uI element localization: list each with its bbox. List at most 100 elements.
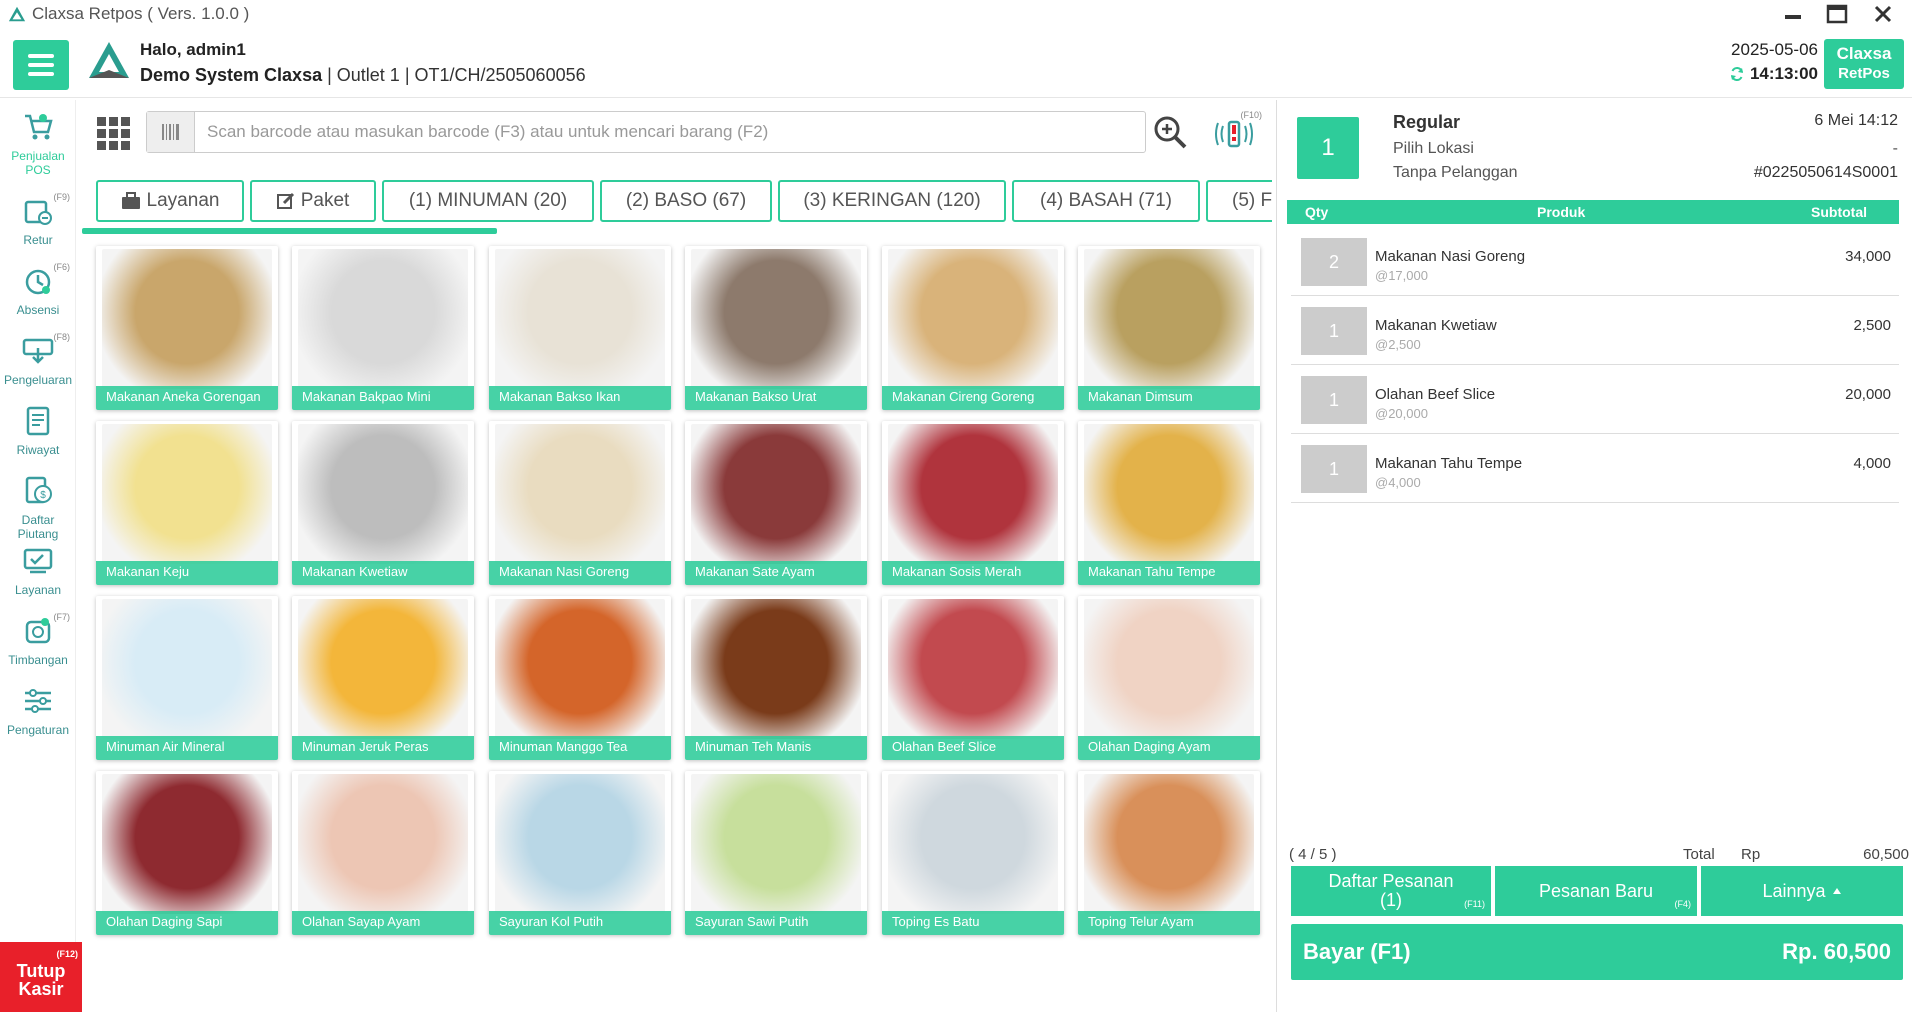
- qty-box[interactable]: 1: [1301, 307, 1367, 355]
- item-unit-price: @20,000: [1375, 406, 1428, 421]
- qty-box[interactable]: 1: [1301, 445, 1367, 493]
- product-image: [691, 599, 861, 739]
- product-name: Makanan Keju: [96, 561, 278, 585]
- barcode-button[interactable]: [147, 112, 195, 152]
- product-card[interactable]: Makanan Nasi Goreng: [489, 421, 671, 585]
- tab-frozen[interactable]: (5) FROZEN: [1206, 180, 1272, 222]
- scrollbar-thumb[interactable]: [82, 228, 497, 234]
- minimize-button[interactable]: [1776, 2, 1810, 26]
- cart-row[interactable]: 1 Makanan Tahu Tempe @4,000 4,000: [1291, 435, 1899, 503]
- item-name: Makanan Nasi Goreng: [1375, 248, 1526, 265]
- tab-keringan[interactable]: (3) KERINGAN (120): [778, 180, 1006, 222]
- sidebar-item-penjualan-pos[interactable]: Penjualan POS: [0, 104, 76, 177]
- product-card[interactable]: Makanan Sosis Merah: [882, 421, 1064, 585]
- tab-paket[interactable]: Paket: [250, 180, 376, 222]
- sync-icon: [1730, 66, 1743, 82]
- pay-label: Bayar (F1): [1303, 939, 1411, 964]
- tab-baso[interactable]: (2) BASO (67): [600, 180, 772, 222]
- shortcut-key: (F9): [53, 192, 71, 202]
- qty-box[interactable]: 1: [1301, 376, 1367, 424]
- app-header: Halo, admin1 Demo System Claxsa | Outlet…: [0, 30, 1912, 98]
- currency-label: Rp: [1741, 846, 1761, 863]
- product-card[interactable]: Makanan Bakso Ikan: [489, 246, 671, 410]
- sidebar-item-pengeluaran[interactable]: (F8) Pengeluaran: [0, 328, 76, 396]
- product-image: [102, 599, 272, 739]
- product-card[interactable]: Makanan Tahu Tempe: [1078, 421, 1260, 585]
- new-order-button[interactable]: Pesanan Baru (F4): [1495, 866, 1697, 916]
- product-card[interactable]: Minuman Manggo Tea: [489, 596, 671, 760]
- product-card[interactable]: Olahan Beef Slice: [882, 596, 1064, 760]
- product-card[interactable]: Olahan Daging Sapi: [96, 771, 278, 935]
- brand-button[interactable]: Claxsa RetPos: [1824, 39, 1904, 89]
- product-card[interactable]: Makanan Bakpao Mini: [292, 246, 474, 410]
- product-image: [691, 424, 861, 564]
- sidebar-item-absensi[interactable]: (F6) Absensi: [0, 258, 76, 326]
- product-card[interactable]: Minuman Air Mineral: [96, 596, 278, 760]
- pay-amount: Rp. 60,500: [1782, 939, 1891, 964]
- sidebar-item-label: Penjualan: [11, 149, 65, 163]
- sidebar-item-riwayat[interactable]: Riwayat: [0, 398, 76, 466]
- product-card[interactable]: Sayuran Sawi Putih: [685, 771, 867, 935]
- order-number[interactable]: 1: [1297, 117, 1359, 179]
- product-card[interactable]: Makanan Cireng Goreng: [882, 246, 1064, 410]
- search-input[interactable]: [207, 118, 1127, 146]
- cart-row[interactable]: 1 Olahan Beef Slice @20,000 20,000: [1291, 366, 1899, 434]
- qty-box[interactable]: 2: [1301, 238, 1367, 286]
- sidebar-item-pengaturan[interactable]: Pengaturan: [0, 678, 76, 746]
- product-name: Makanan Tahu Tempe: [1078, 561, 1260, 585]
- sidebar-item-daftar-piutang[interactable]: $ Daftar Piutang: [0, 468, 76, 541]
- sidebar-item-layanan[interactable]: Layanan: [0, 538, 76, 606]
- product-name: Olahan Daging Ayam: [1078, 736, 1260, 760]
- tab-label: (4) BASAH (71): [1040, 190, 1172, 211]
- product-card[interactable]: Minuman Jeruk Peras: [292, 596, 474, 760]
- product-card[interactable]: Olahan Sayap Ayam: [292, 771, 474, 935]
- sidebar-item-retur[interactable]: (F9) Retur: [0, 188, 76, 256]
- sidebar-item-timbangan[interactable]: (F7) Timbangan: [0, 608, 76, 676]
- category-scrollbar[interactable]: [82, 228, 1272, 234]
- sidebar-item-label: Pengeluaran: [3, 373, 73, 387]
- close-window-button[interactable]: [1866, 2, 1900, 26]
- zoom-search-icon[interactable]: [1150, 112, 1190, 152]
- location-value: -: [1892, 140, 1898, 157]
- order-type[interactable]: Regular: [1393, 112, 1460, 133]
- product-name: Olahan Sayap Ayam: [292, 911, 474, 935]
- location-select[interactable]: Pilih Lokasi: [1393, 140, 1474, 158]
- tab-layanan[interactable]: Layanan: [96, 180, 244, 222]
- tab-basah[interactable]: (4) BASAH (71): [1012, 180, 1200, 222]
- product-name: Makanan Bakpao Mini: [292, 386, 474, 410]
- close-cashier-button[interactable]: (F12) Tutup Kasir: [0, 942, 82, 1012]
- maximize-button[interactable]: [1820, 2, 1854, 26]
- cart-row[interactable]: 1 Makanan Kwetiaw @2,500 2,500: [1291, 297, 1899, 365]
- product-card[interactable]: Sayuran Kol Putih: [489, 771, 671, 935]
- vibrate-button[interactable]: (F10): [1212, 110, 1262, 154]
- product-card[interactable]: Makanan Dimsum: [1078, 246, 1260, 410]
- brand-line2: RetPos: [1838, 65, 1890, 82]
- product-card[interactable]: Makanan Bakso Urat: [685, 246, 867, 410]
- debt-icon: $: [25, 476, 52, 504]
- product-card[interactable]: Makanan Keju: [96, 421, 278, 585]
- product-image: [495, 424, 665, 564]
- grid-view-icon[interactable]: [96, 116, 132, 152]
- product-card[interactable]: Toping Es Batu: [882, 771, 1064, 935]
- customer-select[interactable]: Tanpa Pelanggan: [1393, 164, 1518, 182]
- order-list-count: (1): [1380, 890, 1402, 910]
- product-card[interactable]: Minuman Teh Manis: [685, 596, 867, 760]
- product-card[interactable]: Olahan Daging Ayam: [1078, 596, 1260, 760]
- brand-logo-icon: [89, 42, 129, 78]
- product-name: Olahan Beef Slice: [882, 736, 1064, 760]
- item-count: ( 4 / 5 ): [1289, 846, 1337, 863]
- product-card[interactable]: Makanan Kwetiaw: [292, 421, 474, 585]
- pay-button[interactable]: Bayar (F1) Rp. 60,500: [1291, 924, 1903, 980]
- hamburger-menu-button[interactable]: [13, 40, 69, 90]
- tab-minuman[interactable]: (1) MINUMAN (20): [382, 180, 594, 222]
- more-button[interactable]: Lainnya: [1701, 866, 1903, 916]
- cart-row[interactable]: 2 Makanan Nasi Goreng @17,000 34,000: [1291, 228, 1899, 296]
- product-image: [495, 599, 665, 739]
- product-card[interactable]: Toping Telur Ayam: [1078, 771, 1260, 935]
- product-card[interactable]: Makanan Sate Ayam: [685, 421, 867, 585]
- product-image: [102, 249, 272, 389]
- order-list-button[interactable]: Daftar Pesanan (1) (F11): [1291, 866, 1491, 916]
- product-image: [1084, 249, 1254, 389]
- shortcut-key: (F12): [56, 949, 78, 959]
- product-card[interactable]: Makanan Aneka Gorengan: [96, 246, 278, 410]
